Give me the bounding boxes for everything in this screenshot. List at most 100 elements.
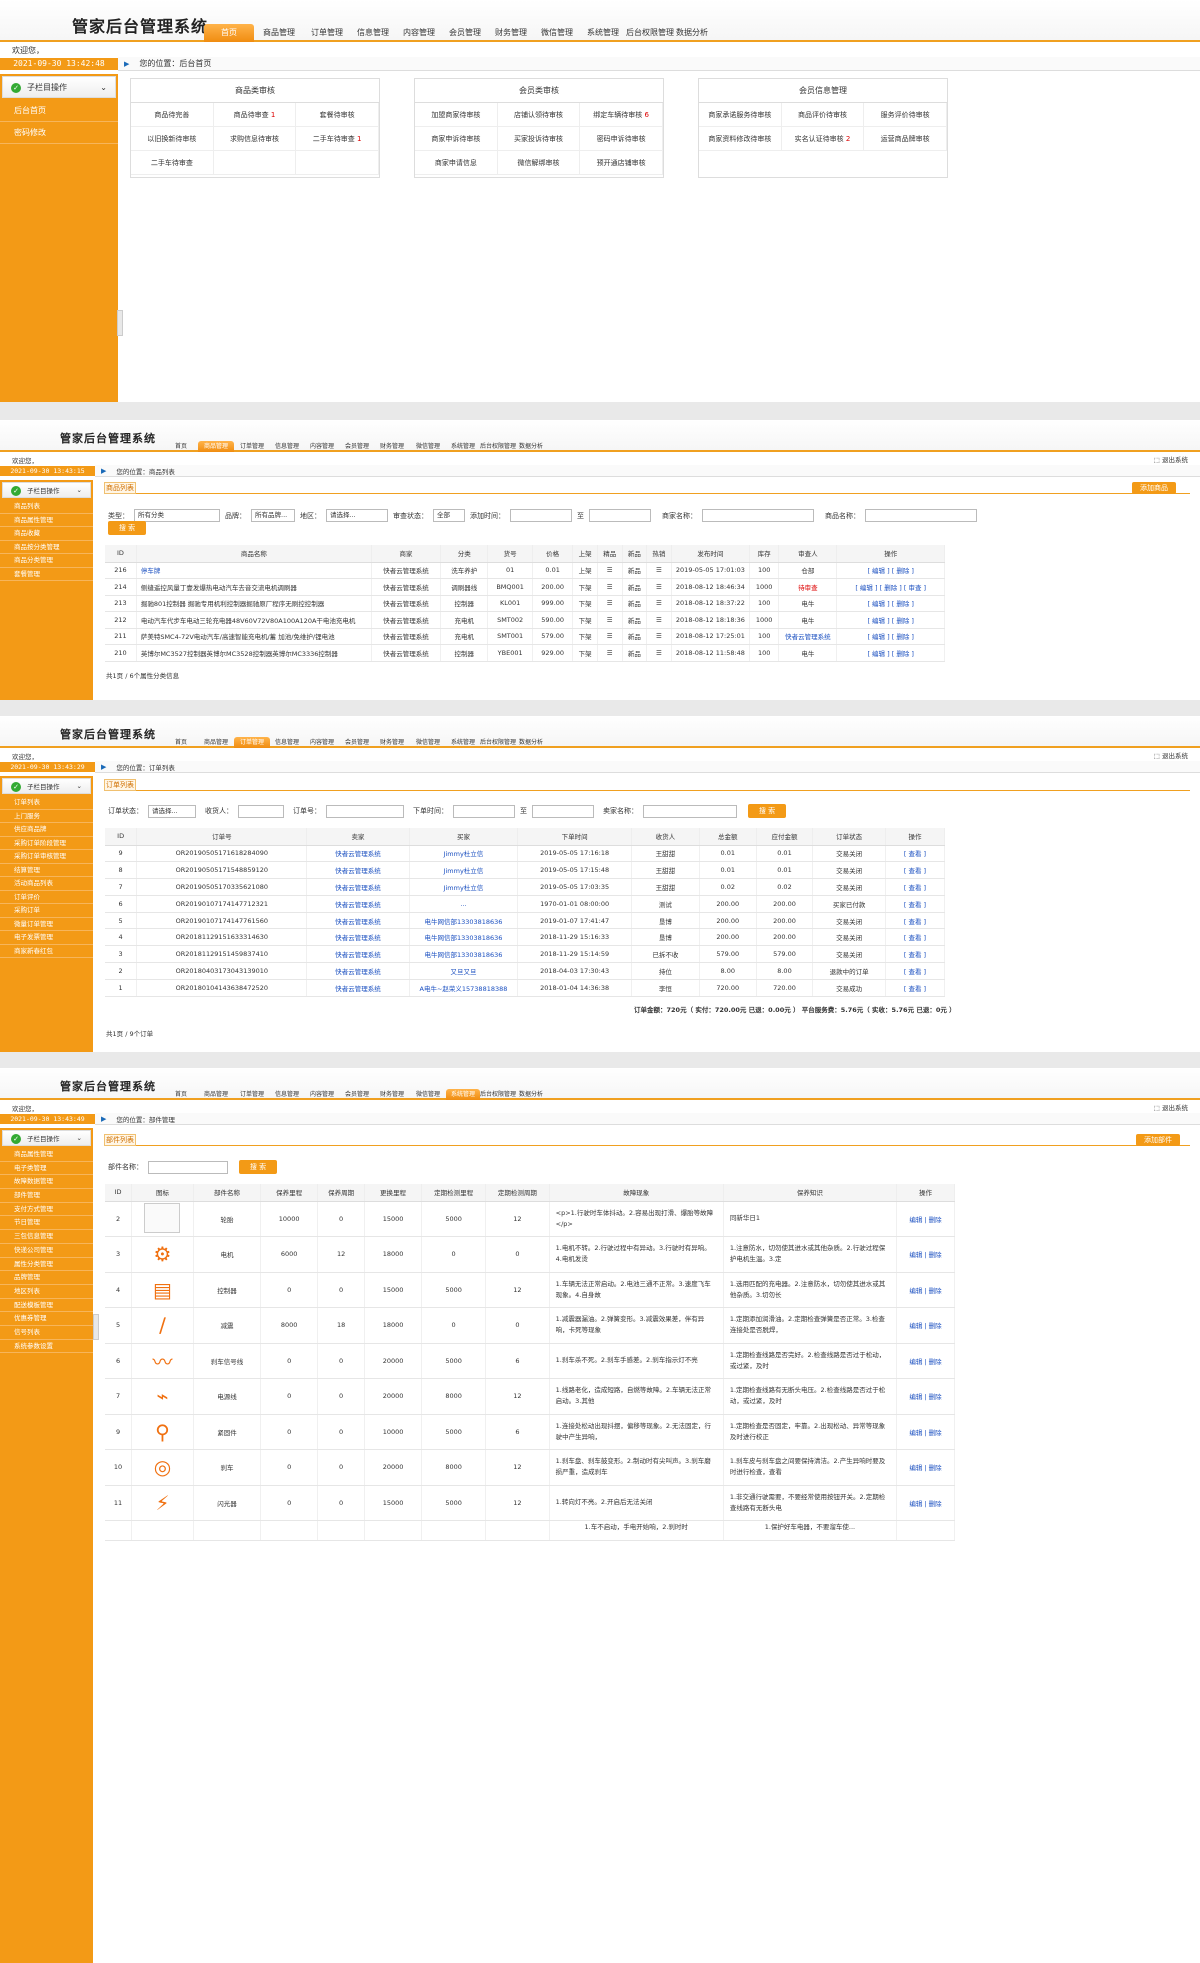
nav-tab[interactable]: 首页	[164, 441, 198, 452]
status-select[interactable]: 全部	[433, 509, 465, 522]
nav-tab[interactable]: 会员管理	[442, 24, 488, 42]
nav-tab[interactable]: 财务管理	[374, 737, 410, 748]
table-cell[interactable]: 编辑 | 删除	[896, 1449, 956, 1486]
review-link[interactable]: 商品待审查 1	[213, 103, 297, 127]
sidebar-item[interactable]: 商品属性管理	[0, 514, 93, 527]
sidebar-collapse-handle[interactable]	[93, 1314, 99, 1340]
nav-tab[interactable]: 订单管理	[304, 24, 350, 42]
review-link[interactable]: 以旧换新待审核	[131, 127, 214, 151]
table-cell[interactable]: 快者云管理系统	[306, 895, 410, 913]
sidebar-item[interactable]: 密码修改	[0, 122, 118, 144]
nav-tab[interactable]: 系统管理	[580, 24, 626, 42]
table-cell[interactable]: 电牛网信部13303818636	[409, 912, 519, 930]
review-link[interactable]: 商家承诺服务待审核	[699, 103, 782, 127]
nav-tab[interactable]: 财务管理	[374, 441, 410, 452]
order-status-select[interactable]: 请选择...	[148, 804, 196, 818]
table-cell[interactable]: [ 查看 ]	[885, 912, 946, 930]
table-row[interactable]: 7 ⌁ 电源线 0 0 20000 8000 12 1.线路老化，造成短路，自燃等故障。2.车辆…	[105, 1378, 956, 1415]
nav-tab[interactable]: 商品管理	[198, 737, 234, 748]
review-link[interactable]: 服务评价待审核	[864, 103, 947, 127]
table-cell[interactable]: Jimmy杜立信	[409, 845, 519, 863]
nav-tab[interactable]: 数据分析	[516, 737, 546, 748]
table-cell[interactable]: [ 查看 ]	[885, 928, 946, 947]
sidebar-item[interactable]: 系统参数设置	[0, 1340, 93, 1354]
review-link[interactable]: 加盟商家待审核	[415, 103, 498, 127]
sidebar-item[interactable]: 电子发票管理	[0, 931, 93, 945]
nav-tab[interactable]: 数据分析	[516, 1089, 546, 1100]
review-link[interactable]: 运营商品牌审核	[864, 127, 947, 151]
table-row[interactable]: 8 OR20190505171548859120 快者云管理系统 Jimmy杜立信 20…	[105, 861, 946, 880]
end-date-input[interactable]	[532, 804, 594, 818]
sidebar-item[interactable]: 电子类管理	[0, 1162, 93, 1176]
sidebar-item[interactable]: 快递公司管理	[0, 1244, 93, 1258]
sidebar-item[interactable]: 结算管理	[0, 864, 93, 877]
table-cell[interactable]: ...	[409, 895, 519, 913]
table-cell[interactable]: [ 查看 ]	[885, 895, 946, 913]
table-cell[interactable]: 快者云管理系统	[306, 962, 410, 980]
brand-select[interactable]: 所有品牌...	[251, 509, 295, 522]
review-link[interactable]: 求购信息待审核	[213, 127, 297, 151]
table-row[interactable]: 2 轮胎 10000 0 15000 5000 12 <p>1.行驶时车体抖动。2.容易出现打…	[105, 1201, 956, 1237]
sidebar-item[interactable]: 三包信息管理	[0, 1230, 93, 1244]
product-name-input[interactable]	[865, 509, 977, 522]
nav-tab[interactable]: 微信管理	[534, 24, 580, 42]
table-cell[interactable]: 快者云管理系统	[306, 861, 410, 880]
table-row[interactable]: 11 ⚡ 闪光器 0 0 15000 5000 12 1.转向灯不亮。2.开启后无法关闭 1.非交…	[105, 1485, 956, 1521]
table-cell[interactable]: 快者云管理系统	[306, 979, 410, 997]
sidebar-item[interactable]: 属性分类管理	[0, 1258, 93, 1272]
start-date-input[interactable]	[453, 804, 515, 818]
sidebar-header[interactable]: ✓ 子栏目操作 ⌄	[2, 778, 91, 794]
table-row[interactable]: 10 ◎ 刹车 0 0 20000 8000 12 1.刹车盘、刹车鼓变形。2.制动时有尖叫声。…	[105, 1449, 956, 1486]
review-link[interactable]: 商品评价待审核	[781, 103, 865, 127]
table-cell[interactable]: A电牛~赵荣义15738818388	[409, 979, 519, 997]
category-select[interactable]: 所有分类	[134, 509, 220, 522]
nav-tab[interactable]: 系统管理	[446, 737, 480, 748]
sidebar-item[interactable]: 商品按分类管理	[0, 541, 93, 554]
nav-tab[interactable]: 信息管理	[350, 24, 396, 42]
nav-tab[interactable]: 会员管理	[340, 737, 374, 748]
table-row[interactable]: 1 OR20180104143638472520 快者云管理系统 A电牛~赵荣义157…	[105, 979, 946, 997]
nav-tab[interactable]: 系统管理	[446, 441, 480, 452]
table-row[interactable]: 212 电动汽车代步车电动三轮充电器48V60V72V80A100A120A干电池…	[105, 611, 945, 629]
review-link[interactable]: 微信解绑审核	[497, 151, 581, 175]
review-link[interactable]: 商家申请信息	[415, 151, 498, 175]
sidebar-item[interactable]: 支付方式管理	[0, 1203, 93, 1217]
table-row[interactable]: 216 停车牌 快者云管理系统 洗车养护 01 0.01 上架 ☰ 新品 ☰ 2019-05-05 …	[105, 562, 945, 579]
logout-link[interactable]: ⬚ 退出系统	[1154, 1102, 1188, 1112]
table-cell[interactable]: [ 查看 ]	[885, 962, 946, 980]
nav-tab[interactable]: 会员管理	[340, 1089, 374, 1100]
nav-tab[interactable]: 商品管理	[198, 441, 234, 452]
receiver-input[interactable]	[238, 804, 284, 818]
table-cell[interactable]: [ 编辑 ] [ 删除 ]	[836, 611, 945, 629]
nav-tab[interactable]: 首页	[204, 24, 254, 42]
table-cell[interactable]: [ 编辑 ] [ 删除 ]	[836, 644, 945, 662]
sidebar-item[interactable]: 上门服务	[0, 810, 93, 823]
nav-tab[interactable]: 内容管理	[304, 1089, 340, 1100]
order-number-input[interactable]	[326, 804, 404, 818]
review-link[interactable]: 实名认证待审核 2	[781, 127, 865, 151]
sidebar-item[interactable]: 商品收藏	[0, 527, 93, 541]
nav-tab[interactable]: 后台权限管理	[480, 1089, 516, 1100]
table-cell[interactable]: 快者云管理系统	[306, 878, 410, 896]
nav-tab[interactable]: 数据分析	[674, 24, 710, 42]
sidebar-item[interactable]: 故障数据管理	[0, 1175, 93, 1190]
nav-tab[interactable]: 系统管理	[446, 1089, 480, 1100]
region-select[interactable]: 请选择...	[326, 509, 388, 522]
table-cell[interactable]: 编辑 | 删除	[896, 1485, 956, 1521]
sidebar-header[interactable]: ✓ 子栏目操作 ⌄	[2, 482, 91, 498]
table-cell[interactable]: 编辑 | 删除	[896, 1378, 956, 1415]
sidebar-item[interactable]: 信号列表	[0, 1326, 93, 1340]
table-row[interactable]: 9 OR20190505171618284090 快者云管理系统 Jimmy杜立信 20…	[105, 845, 946, 863]
sidebar-item[interactable]: 优惠券管理	[0, 1312, 93, 1326]
nav-tab[interactable]: 订单管理	[234, 441, 270, 452]
review-link[interactable]: 商家申诉待审核	[415, 127, 498, 151]
table-row[interactable]: 214 侧缝遥控风量丁壹发爆热电动汽车去音交流电机调刷器 快者云管理系统 调刷器线 BM…	[105, 578, 945, 596]
nav-tab[interactable]: 会员管理	[340, 441, 374, 452]
sidebar-item[interactable]: 后台首页	[0, 100, 118, 122]
logout-link[interactable]: ⬚ 退出系统	[1154, 750, 1188, 760]
review-link[interactable]: 买家投诉待审核	[497, 127, 581, 151]
table-cell[interactable]: 又旦又旦	[409, 962, 519, 980]
table-cell[interactable]: 快者云管理系统	[306, 912, 410, 930]
table-cell[interactable]: 编辑 | 删除	[896, 1272, 956, 1308]
table-cell[interactable]: 编辑 | 删除	[896, 1201, 956, 1237]
